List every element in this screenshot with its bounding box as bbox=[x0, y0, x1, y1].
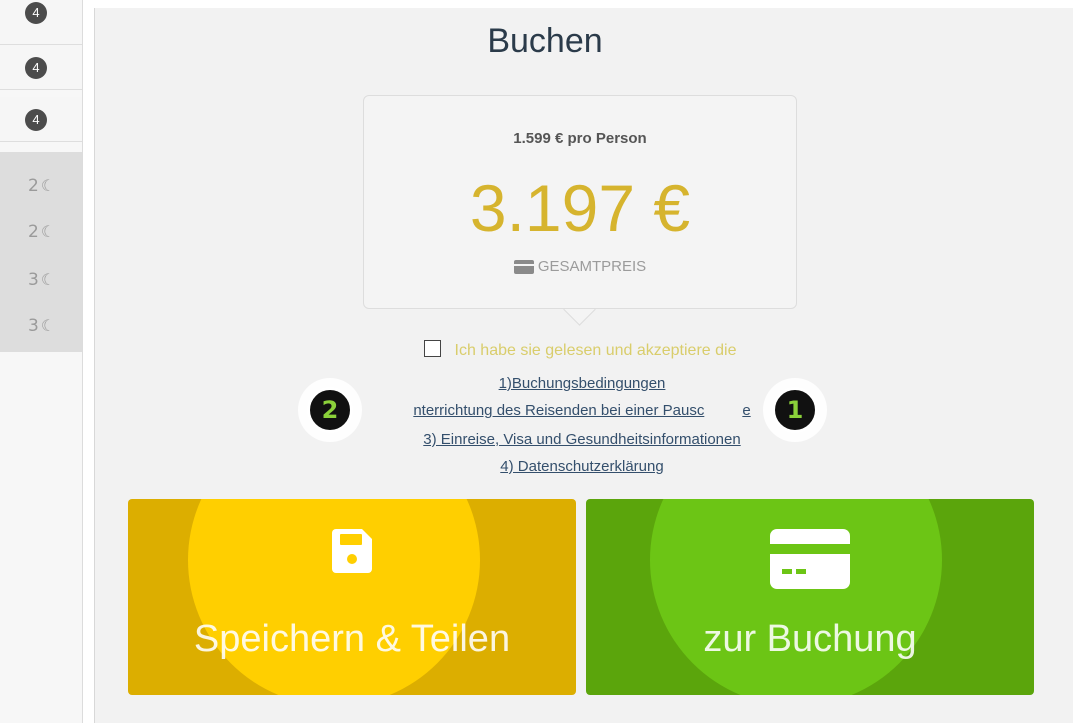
moon-icon: ☾ bbox=[40, 176, 56, 195]
nights-count: 2 bbox=[28, 176, 39, 196]
save-and-share-label: Speichern & Teilen bbox=[193, 618, 511, 660]
total-price: 3.197 € bbox=[469, 171, 691, 245]
moon-icon: ☾ bbox=[40, 316, 56, 335]
consent-text: Ich habe sie gelesen und akzeptiere die bbox=[454, 342, 737, 359]
link-privacy-policy[interactable]: 4) Datenschutzerklärung bbox=[0, 458, 1090, 475]
step-marker-1: 1 bbox=[772, 387, 818, 433]
floppy-disk-icon bbox=[128, 529, 576, 578]
nights-count: 3 bbox=[28, 270, 39, 290]
moon-icon: ☾ bbox=[40, 222, 56, 241]
book-now-label: zur Buchung bbox=[703, 618, 917, 660]
link-booking-conditions[interactable]: 1)Buchungsbedingungen bbox=[0, 375, 1090, 392]
book-now-button[interactable]: zur Buchung bbox=[586, 499, 1034, 695]
step-marker-2: 2 bbox=[307, 387, 353, 433]
nights-item: 2 ☾ bbox=[28, 222, 55, 242]
terms-consent: Ich habe sie gelesen und akzeptiere die bbox=[0, 340, 1090, 360]
link-package-travel-info[interactable]: nterrichtung des Reisenden bei einer Pau… bbox=[0, 402, 1090, 419]
total-price-label: GESAMTPREIS bbox=[537, 258, 647, 275]
sidebar-row[interactable]: 4 bbox=[0, 97, 82, 142]
credit-card-icon bbox=[513, 260, 534, 274]
nights-count: 2 bbox=[28, 222, 39, 242]
total-price-label-row: GESAMTPREIS bbox=[364, 258, 796, 275]
itinerary-sidebar: 4 4 4 2 ☾ 2 ☾ 3 ☾ 3 ☾ bbox=[0, 0, 83, 723]
count-badge: 4 bbox=[25, 109, 47, 131]
nights-item: 3 ☾ bbox=[28, 270, 55, 290]
count-badge: 4 bbox=[25, 2, 47, 24]
save-and-share-button[interactable]: Speichern & Teilen bbox=[128, 499, 576, 695]
terms-checkbox[interactable] bbox=[423, 340, 441, 357]
credit-card-icon bbox=[586, 529, 1034, 594]
price-card: 1.599 € pro Person 3.197 € GESAMTPREIS bbox=[363, 95, 797, 309]
price-per-person: 1.599 € pro Person bbox=[513, 130, 647, 147]
link-package-travel-info-tail: e bbox=[742, 402, 751, 419]
link-entry-visa-health[interactable]: 3) Einreise, Visa und Gesundheitsinforma… bbox=[0, 431, 1090, 448]
page-title: Buchen bbox=[487, 22, 603, 60]
nights-list: 2 ☾ 2 ☾ 3 ☾ 3 ☾ bbox=[0, 152, 82, 352]
nights-item: 3 ☾ bbox=[28, 316, 55, 336]
link-package-travel-info-text: nterrichtung des Reisenden bei einer Pau… bbox=[413, 402, 705, 419]
nights-item: 2 ☾ bbox=[28, 176, 55, 196]
nights-count: 3 bbox=[28, 316, 39, 336]
moon-icon: ☾ bbox=[40, 270, 56, 289]
